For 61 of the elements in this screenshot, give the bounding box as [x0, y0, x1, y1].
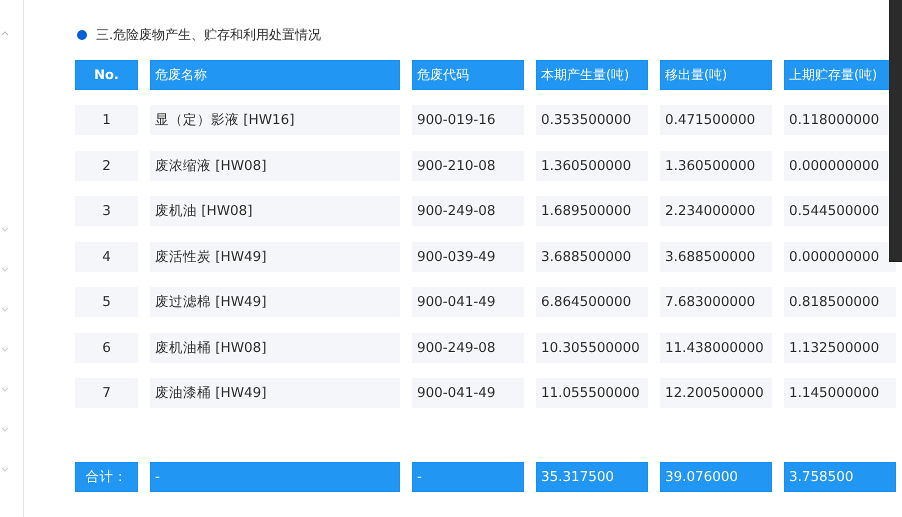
table-cell: 3.688500000	[536, 242, 648, 272]
table-cell: 显（定）影液 [HW16]	[150, 105, 400, 135]
total-cell: 3.758500	[784, 462, 896, 492]
table-cell: 7	[75, 378, 138, 408]
section-title: 三.危险废物产生、贮存和利用处置情况	[96, 27, 322, 44]
scrollbar[interactable]	[889, 0, 902, 262]
bullet-icon	[77, 30, 87, 40]
table-cell: 废过滤棉 [HW49]	[150, 287, 400, 317]
table-cell: 900-019-16	[412, 105, 524, 135]
total-cell: 35.317500	[536, 462, 648, 492]
table-cell: 900-249-08	[412, 332, 524, 362]
chevron-icon[interactable]	[1, 226, 9, 232]
table-cell: 2	[75, 150, 138, 180]
table-cell: 900-249-08	[412, 196, 524, 226]
table-cell: 废浓缩液 [HW08]	[150, 150, 400, 180]
table-cell: 废活性炭 [HW49]	[150, 242, 400, 272]
table-cell: 1.360500000	[660, 150, 772, 180]
table-cell: 3.688500000	[660, 242, 772, 272]
table-cell: 1.360500000	[536, 150, 648, 180]
table-cell: 11.055500000	[536, 378, 648, 408]
table-cell: 0.000000000	[784, 242, 896, 272]
table-cell: 7.683000000	[660, 287, 772, 317]
table-cell: 6.864500000	[536, 287, 648, 317]
column-header: 危废代码	[412, 60, 524, 90]
column-header: 本期产生量(吨)	[536, 60, 648, 90]
table-cell: 900-210-08	[412, 150, 524, 180]
table-cell: 11.438000000	[660, 332, 772, 362]
chevron-icon[interactable]	[1, 346, 9, 352]
table-cell: 废机油桶 [HW08]	[150, 332, 400, 362]
chevron-icon[interactable]	[1, 426, 9, 432]
table-cell: 1.689500000	[536, 196, 648, 226]
chevron-icon[interactable]	[1, 466, 9, 472]
table-cell: 12.200500000	[660, 378, 772, 408]
total-cell: -	[412, 462, 524, 492]
chevron-icon[interactable]	[1, 306, 9, 312]
table-cell: 900-041-49	[412, 287, 524, 317]
total-cell: 39.076000	[660, 462, 772, 492]
table-cell: 2.234000000	[660, 196, 772, 226]
table-cell: 1	[75, 105, 138, 135]
column-header: 危废名称	[150, 60, 400, 90]
table-cell: 900-039-49	[412, 242, 524, 272]
chevron-icon[interactable]	[1, 386, 9, 392]
table-cell: 0.818500000	[784, 287, 896, 317]
table-cell: 4	[75, 242, 138, 272]
table-cell: 废油漆桶 [HW49]	[150, 378, 400, 408]
total-cell: -	[150, 462, 400, 492]
table-cell: 废机油 [HW08]	[150, 196, 400, 226]
column-header: No.	[75, 60, 138, 90]
table-cell: 5	[75, 287, 138, 317]
table-cell: 0.353500000	[536, 105, 648, 135]
table-cell: 1.132500000	[784, 332, 896, 362]
table-cell: 3	[75, 196, 138, 226]
table-cell: 0.471500000	[660, 105, 772, 135]
column-header: 移出量(吨)	[660, 60, 772, 90]
table-cell: 10.305500000	[536, 332, 648, 362]
total-cell: 合计：	[75, 462, 138, 492]
chevron-icon[interactable]	[1, 266, 9, 272]
chevron-icon[interactable]	[1, 30, 9, 36]
table-cell: 1.145000000	[784, 378, 896, 408]
table-cell: 900-041-49	[412, 378, 524, 408]
table-cell: 6	[75, 332, 138, 362]
